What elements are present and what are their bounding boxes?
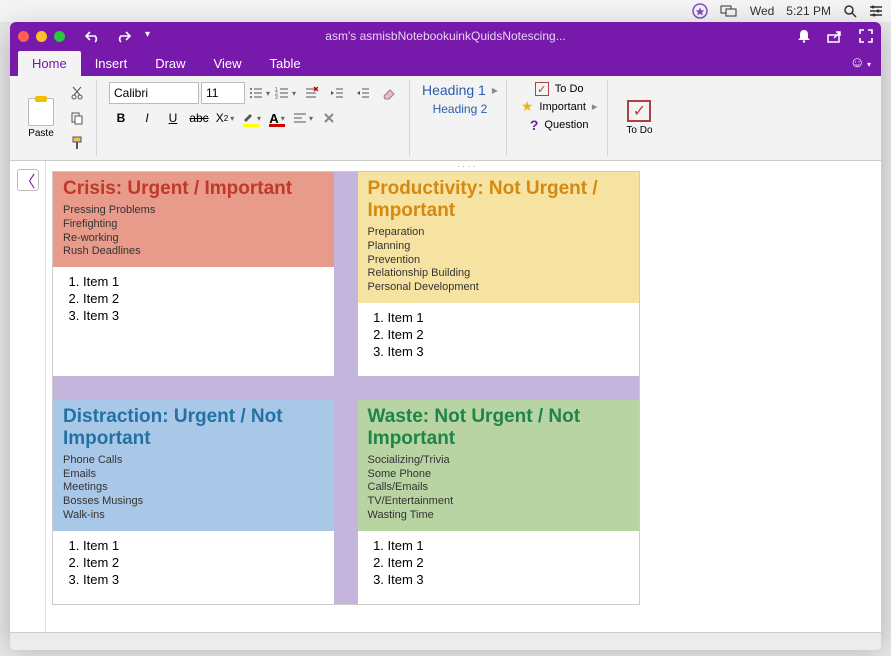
tag-todo[interactable]: ✓To Do: [533, 82, 586, 96]
matrix-gap: [334, 172, 357, 376]
matrix-gap: [334, 400, 357, 604]
status-bar: [10, 632, 881, 650]
window-zoom-button[interactable]: [54, 31, 65, 42]
app-badge-icon: [692, 3, 708, 19]
share-icon[interactable]: [827, 29, 843, 43]
menubar-day[interactable]: Wed: [750, 4, 774, 18]
ribbon: Paste ▾ 123▾ B I U: [10, 76, 881, 161]
subscript-button[interactable]: X2▾: [213, 107, 237, 129]
notifications-icon[interactable]: [797, 29, 811, 43]
format-painter-button[interactable]: [66, 132, 88, 154]
q4-items[interactable]: Item 1Item 2Item 3: [368, 537, 629, 588]
ribbon-tabs: Home Insert Draw View Table ☺▾: [10, 50, 881, 76]
q3-title[interactable]: Distraction: Urgent / Not Important: [63, 406, 324, 450]
onenote-window: ▾ asm's asmisbNotebookuinkQuidsNotescing…: [10, 22, 881, 641]
styles-group: Heading 1▸ Heading 2: [414, 80, 507, 156]
tab-draw[interactable]: Draw: [141, 51, 199, 76]
eisenhower-matrix: Crisis: Urgent / Important Pressing Probl…: [52, 171, 640, 605]
underline-button[interactable]: U: [161, 107, 185, 129]
copy-button[interactable]: [66, 107, 88, 129]
q2-subs[interactable]: PreparationPlanningPreventionRelationshi…: [368, 226, 629, 295]
container-grip-icon[interactable]: [457, 165, 471, 169]
window-minimize-button[interactable]: [36, 31, 47, 42]
outdent-button[interactable]: [325, 82, 349, 104]
q3-subs[interactable]: Phone CallsEmailsMeetingsBosses MusingsW…: [63, 454, 324, 523]
tab-view[interactable]: View: [200, 51, 256, 76]
bullets-button[interactable]: ▾: [247, 82, 271, 104]
tags-group: ✓To Do ★Important▸ ?Question: [511, 80, 609, 156]
q3-items[interactable]: Item 1Item 2Item 3: [63, 537, 324, 588]
paste-button[interactable]: Paste: [28, 128, 54, 139]
bold-button[interactable]: B: [109, 107, 133, 129]
q4-title[interactable]: Waste: Not Urgent / Not Important: [368, 406, 629, 450]
control-center-icon[interactable]: [869, 4, 883, 18]
font-size-select[interactable]: [201, 82, 245, 104]
todo-checkbox-icon[interactable]: ✓: [627, 100, 651, 122]
feedback-smiley-icon[interactable]: ☺▾: [850, 54, 871, 71]
window-title: asm's asmisbNotebookuinkQuidsNotescing..…: [325, 29, 565, 43]
indent-button[interactable]: [351, 82, 375, 104]
quadrant-distraction: Distraction: Urgent / Not ImportantPhone…: [53, 400, 334, 604]
macos-menubar: Wed 5:21 PM: [0, 0, 891, 22]
nav-collapse-panel: 〈: [10, 161, 46, 641]
quadrant-crisis: Crisis: Urgent / Important Pressing Probl…: [53, 172, 334, 376]
note-page[interactable]: Crisis: Urgent / Important Pressing Probl…: [46, 161, 881, 641]
q2-title[interactable]: Productivity: Not Urgent / Important: [368, 178, 629, 222]
displays-icon[interactable]: [720, 4, 738, 18]
highlight-button[interactable]: ▾: [239, 107, 263, 129]
spotlight-icon[interactable]: [843, 4, 857, 18]
q2-items[interactable]: Item 1Item 2Item 3: [368, 309, 629, 360]
paste-icon[interactable]: [28, 98, 54, 126]
align-button[interactable]: ▾: [291, 107, 315, 129]
q1-title[interactable]: Crisis: Urgent / Important: [63, 178, 324, 200]
qat-customize-button[interactable]: ▾: [145, 29, 150, 43]
style-heading2[interactable]: Heading 2: [433, 102, 488, 116]
titlebar: ▾ asm's asmisbNotebookuinkQuidsNotescing…: [10, 22, 881, 50]
quadrant-waste: Waste: Not Urgent / Not ImportantSociali…: [358, 400, 639, 604]
cut-button[interactable]: [66, 82, 88, 104]
eraser-button[interactable]: [377, 82, 401, 104]
menubar-time[interactable]: 5:21 PM: [786, 4, 831, 18]
tab-insert[interactable]: Insert: [81, 51, 142, 76]
numbering-button[interactable]: 123▾: [273, 82, 297, 104]
tab-table[interactable]: Table: [256, 51, 315, 76]
font-name-select[interactable]: [109, 82, 199, 104]
q4-subs[interactable]: Socializing/TriviaSome PhoneCalls/Emails…: [368, 454, 629, 523]
clear-formatting-button[interactable]: [299, 82, 323, 104]
q1-subs[interactable]: Pressing ProblemsFirefightingRe-workingR…: [63, 204, 324, 259]
italic-button[interactable]: I: [135, 107, 159, 129]
clipboard-group: Paste: [16, 80, 97, 156]
tag-question[interactable]: ?Question: [528, 117, 591, 133]
strikethrough-button[interactable]: abc: [187, 107, 211, 129]
tab-home[interactable]: Home: [18, 51, 81, 76]
quadrant-productivity: Productivity: Not Urgent / ImportantPrep…: [358, 172, 639, 376]
todo-group: ✓ To Do: [612, 80, 666, 156]
todo-button[interactable]: To Do: [626, 125, 652, 136]
font-color-button[interactable]: A▾: [265, 107, 289, 129]
font-group: ▾ 123▾ B I U abc X2▾ ▾ A▾ ▾: [101, 80, 410, 156]
style-heading1[interactable]: Heading 1▸: [422, 82, 498, 98]
tag-important[interactable]: ★Important▸: [519, 98, 600, 115]
redo-button[interactable]: [115, 29, 131, 43]
q1-items[interactable]: Item 1Item 2Item 3: [63, 273, 324, 324]
matrix-gap: [53, 376, 639, 400]
expand-nav-button[interactable]: 〈: [17, 169, 39, 191]
window-close-button[interactable]: [18, 31, 29, 42]
fullscreen-icon[interactable]: [859, 29, 873, 43]
content-area: 〈 Crisis: Urgent / Important Pressing Pro…: [10, 161, 881, 641]
undo-button[interactable]: [85, 29, 101, 43]
svg-text:3: 3: [275, 95, 278, 100]
delete-button[interactable]: [317, 107, 341, 129]
